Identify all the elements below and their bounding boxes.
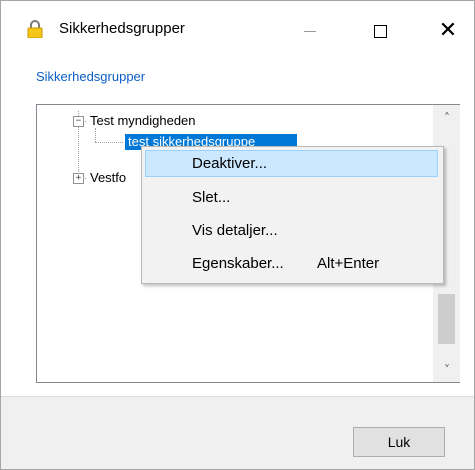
dialog-footer: Luk	[1, 396, 474, 469]
context-menu: Deaktiver... Slet... Vis detaljer... Ege…	[141, 146, 444, 284]
tree-line	[95, 142, 123, 143]
title-bar[interactable]: Sikkerhedsgrupper ✕	[1, 1, 474, 61]
close-icon: ✕	[438, 18, 458, 43]
minimize-icon	[304, 30, 316, 32]
collapse-toggle[interactable]: −	[73, 116, 84, 127]
tree-line	[95, 128, 96, 142]
menu-item-label: Egenskaber...	[192, 255, 284, 272]
maximize-button[interactable]	[357, 11, 403, 51]
chevron-down-icon: ˅	[444, 363, 450, 377]
chevron-up-icon: ˄	[444, 111, 450, 125]
menu-item-label: Vis detaljer...	[192, 222, 278, 239]
minimize-button[interactable]	[287, 11, 333, 51]
tree-node-vestfo[interactable]: Vestfo	[90, 170, 126, 185]
menu-item-label: Slet...	[192, 189, 231, 206]
window-title: Sikkerhedsgrupper	[59, 20, 185, 37]
menu-item-deactivate[interactable]: Deaktiver...	[145, 150, 438, 177]
menu-item-label: Deaktiver...	[192, 155, 268, 172]
menu-item-delete[interactable]: Slet...	[145, 184, 438, 211]
section-header: Sikkerhedsgrupper	[36, 69, 146, 84]
close-button[interactable]: Luk	[353, 427, 445, 457]
close-window-button[interactable]: ✕	[425, 11, 471, 51]
expand-toggle[interactable]: +	[73, 173, 84, 184]
maximize-icon	[373, 24, 387, 38]
scroll-thumb[interactable]	[438, 294, 455, 344]
tree-node-test-myndigheden[interactable]: Test myndigheden	[90, 113, 196, 128]
dialog-window: Sikkerhedsgrupper ✕ Sikkerhedsgrupper − …	[0, 0, 475, 470]
menu-item-shortcut: Alt+Enter	[317, 255, 380, 272]
scroll-up-button[interactable]: ˄	[434, 106, 460, 130]
scroll-down-button[interactable]: ˅	[434, 358, 460, 382]
menu-item-properties[interactable]: Egenskaber... Alt+Enter	[145, 250, 438, 277]
lock-icon	[27, 20, 43, 38]
menu-item-view-details[interactable]: Vis detaljer...	[145, 217, 438, 244]
